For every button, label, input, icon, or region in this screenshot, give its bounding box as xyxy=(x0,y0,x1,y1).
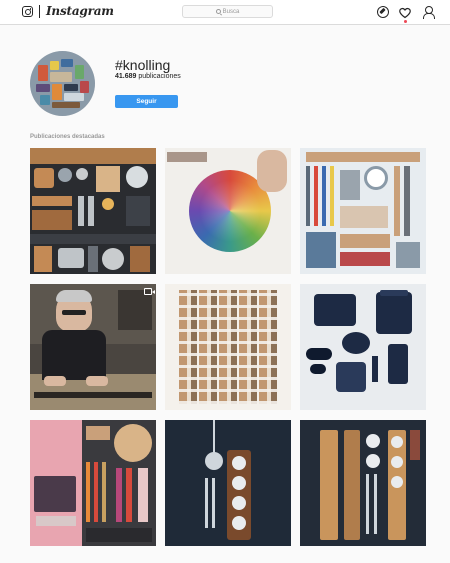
post-tile-9[interactable] xyxy=(300,420,426,546)
section-heading: Publicaciones destacadas xyxy=(30,134,105,140)
post-tile-2[interactable] xyxy=(165,148,291,274)
post-count-number: 41.689 xyxy=(115,73,137,80)
logo-divider xyxy=(39,5,40,18)
post-tile-5[interactable] xyxy=(165,284,291,410)
instagram-wordmark[interactable]: Instagram xyxy=(46,4,114,18)
post-tile-1[interactable] xyxy=(30,148,156,274)
page-title: #knolling xyxy=(115,57,171,73)
post-tile-6[interactable] xyxy=(300,284,426,410)
post-count: 41.689 publicaciones xyxy=(115,73,181,80)
video-icon xyxy=(144,288,155,295)
search-placeholder: Busca xyxy=(222,8,240,15)
post-count-label: publicaciones xyxy=(138,73,181,80)
follow-button[interactable]: Seguir xyxy=(115,95,178,108)
notification-dot xyxy=(404,20,407,23)
profile-icon[interactable] xyxy=(422,6,435,19)
post-tile-3[interactable] xyxy=(300,148,426,274)
search-icon xyxy=(215,9,221,14)
compass-icon[interactable] xyxy=(377,6,389,18)
post-tile-4[interactable] xyxy=(30,284,156,410)
instagram-icon[interactable] xyxy=(22,6,33,17)
heart-icon[interactable] xyxy=(399,6,411,19)
post-tile-8[interactable] xyxy=(165,420,291,546)
post-tile-7[interactable] xyxy=(30,420,156,546)
hashtag-avatar xyxy=(30,51,95,116)
search-input[interactable]: Busca xyxy=(182,5,273,18)
top-nav-bar: Instagram Busca xyxy=(0,0,450,25)
